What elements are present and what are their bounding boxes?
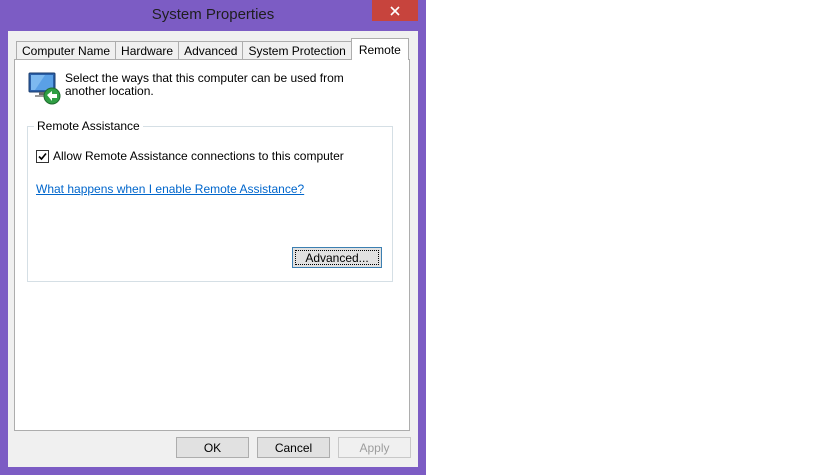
remote-assistance-help-link[interactable]: What happens when I enable Remote Assist… [36,182,304,196]
allow-remote-assistance-row[interactable]: Allow Remote Assistance connections to t… [36,149,344,163]
allow-remote-assistance-checkbox[interactable] [36,149,49,163]
remote-assistance-group: Remote Assistance Allow Remote Assistanc… [27,119,393,282]
tab-advanced[interactable]: Advanced [178,41,244,59]
cancel-button[interactable]: Cancel [257,437,330,458]
title-bar[interactable]: System Properties [0,0,426,30]
ok-button[interactable]: OK [176,437,249,458]
system-properties-window: System Properties Computer Name Hardware… [0,0,426,475]
tab-remote[interactable]: Remote [350,38,409,60]
intro-text: Select the ways that this computer can b… [65,71,344,98]
tab-computer-name[interactable]: Computer Name [16,41,117,59]
allow-remote-assistance-label[interactable]: Allow Remote Assistance connections to t… [53,149,344,163]
checkmark-icon [38,152,47,160]
remote-computer-icon [28,72,61,105]
group-label: Remote Assistance [34,119,143,133]
tab-system-protection[interactable]: System Protection [242,41,352,59]
tab-hardware[interactable]: Hardware [115,41,180,59]
window-title: System Properties [151,6,275,23]
close-button[interactable] [372,0,418,21]
advanced-button[interactable]: Advanced... [292,247,382,268]
dialog-client-area: Computer Name Hardware Advanced System P… [8,31,418,467]
apply-button[interactable]: Apply [338,437,411,458]
tab-strip: Computer Name Hardware Advanced System P… [16,38,409,60]
remote-tab-page: Select the ways that this computer can b… [14,59,410,431]
close-icon [390,5,400,16]
